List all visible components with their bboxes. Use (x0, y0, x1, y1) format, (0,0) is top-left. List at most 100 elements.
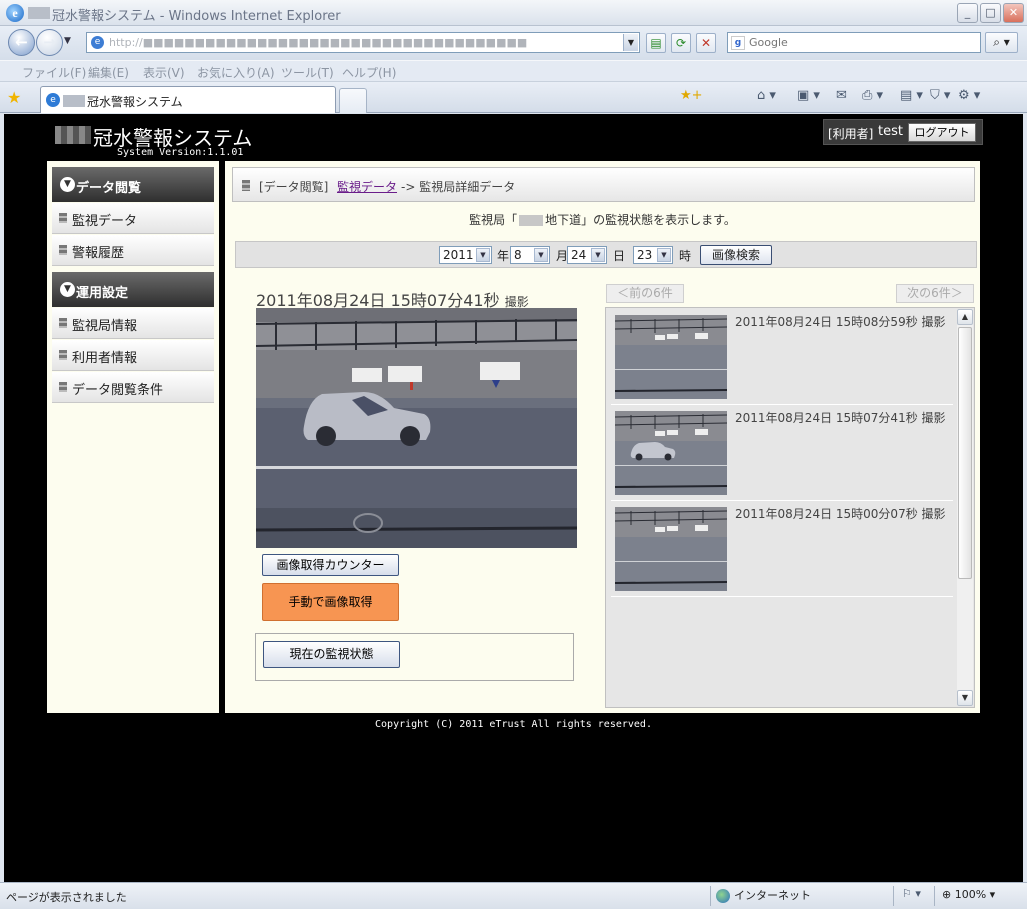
chevron-down-icon: ▼ (60, 177, 75, 192)
chevron-down-icon: ▼ (591, 248, 605, 262)
history-dropdown-icon[interactable]: ▼ (64, 36, 71, 46)
ie-logo-icon: e (6, 4, 24, 22)
status-panel: 現在の監視状態 (255, 633, 574, 681)
close-window-button[interactable]: ✕ (1003, 3, 1024, 23)
menu-edit[interactable]: 編集(E) (88, 64, 129, 81)
hour-label: 時 (679, 249, 692, 263)
back-button[interactable]: ← (8, 29, 35, 56)
maximize-button[interactable]: □ (980, 3, 1001, 23)
month-select[interactable]: 8 ▼ (510, 246, 550, 264)
year-select[interactable]: 2011 ▼ (439, 246, 492, 264)
hour-value: 23 (637, 248, 653, 262)
zoom-level[interactable]: ⊕ 100% ▾ (942, 888, 995, 901)
user-box: [利用者] test ログアウト (823, 119, 983, 145)
search-box[interactable]: g (727, 32, 981, 53)
menu-file[interactable]: ファイル(F) (22, 64, 86, 81)
new-tab-button[interactable] (339, 88, 367, 113)
menu-bar: ファイル(F) 編集(E) 表示(V) お気に入り(A) ツール(T) ヘルプ(… (0, 60, 1027, 82)
list-item[interactable]: 2011年08月24日 15時00分07秒 撮影 (611, 502, 953, 597)
list-item[interactable]: 2011年08月24日 15時08分59秒 撮影 (611, 310, 953, 405)
year-value: 2011 (443, 248, 474, 262)
scroll-thumb[interactable] (958, 327, 972, 579)
thumbnail-image[interactable] (615, 507, 727, 591)
add-favorites-icon[interactable]: ★+ (680, 88, 703, 103)
refresh-icon[interactable]: ⟳ (671, 33, 691, 53)
menu-tools[interactable]: ツール(T) (281, 64, 334, 81)
scroll-up-icon[interactable]: ▲ (957, 309, 973, 325)
image-search-bar: 2011 ▼ 年 8 ▼ 月 24 ▼ 日 23 ▼ 時 画像検索 (235, 241, 977, 268)
tab-current[interactable]: e 冠水警報システム (40, 86, 336, 113)
bullet-icon (59, 382, 67, 392)
image-counter-button[interactable]: 画像取得カウンター (262, 554, 399, 576)
year-label: 年 (497, 249, 510, 263)
status-divider (893, 886, 894, 906)
thumbnail-image[interactable] (615, 411, 727, 495)
security-zone: インターネット (716, 887, 811, 903)
logout-button[interactable]: ログアウト (908, 123, 976, 142)
scroll-down-icon[interactable]: ▼ (957, 690, 973, 706)
page-viewport: 冠水警報システム System Version:1.1.01 [利用者] tes… (4, 114, 1023, 882)
feeds-icon[interactable]: ▣ ▾ (797, 88, 820, 103)
sidebar-item-view-conditions[interactable]: データ閲覧条件 (52, 372, 214, 403)
current-camera-image (256, 308, 577, 548)
status-message: ページが表示されました (6, 891, 127, 904)
thumbnail-list: 2011年08月24日 15時08分59秒 撮影 2011年08月24日 15時… (605, 307, 975, 708)
hour-select[interactable]: 23 ▼ (633, 246, 673, 264)
day-label: 日 (613, 249, 626, 263)
menu-favorites[interactable]: お気に入り(A) (197, 64, 275, 81)
menu-view[interactable]: 表示(V) (143, 64, 185, 81)
tab-page-icon: e (46, 93, 60, 107)
thumbnail-image[interactable] (615, 315, 727, 399)
favorites-star-icon[interactable]: ★ (7, 88, 21, 107)
home-icon[interactable]: ⌂ ▾ (757, 88, 776, 103)
zone-label: インターネット (734, 889, 811, 902)
page-menu-icon[interactable]: ▤ ▾ (900, 88, 923, 103)
bullet-icon (59, 245, 67, 255)
protected-mode-icon[interactable]: ⚐ ▾ (902, 887, 921, 900)
print-icon[interactable]: ⎙ ▾ (862, 88, 883, 103)
list-item[interactable]: 2011年08月24日 15時07分41秒 撮影 (611, 406, 953, 501)
stop-icon[interactable]: ✕ (696, 33, 716, 53)
page-icon: e (91, 36, 104, 49)
chevron-down-icon: ▼ (657, 248, 671, 262)
day-select[interactable]: 24 ▼ (567, 246, 607, 264)
current-status-button[interactable]: 現在の監視状態 (263, 641, 400, 668)
breadcrumb-link-monitoring-data[interactable]: 監視データ (337, 178, 397, 195)
day-value: 24 (571, 248, 587, 262)
compat-view-icon[interactable]: ▤ (646, 33, 666, 53)
redacted-title-prefix (28, 7, 50, 19)
sidebar: ▼ データ閲覧 監視データ 警報履歴 ▼ 運用設定 監視局情報 利用者情報 デー… (47, 161, 219, 713)
search-go-button[interactable]: ⌕ ▾ (985, 32, 1018, 53)
sidebar-item-monitoring-data[interactable]: 監視データ (52, 203, 214, 234)
menu-help[interactable]: ヘルプ(H) (342, 64, 396, 81)
zoom-value: 100% (954, 888, 987, 901)
globe-icon (716, 889, 730, 903)
image-search-button[interactable]: 画像検索 (700, 245, 772, 265)
prev-page-button[interactable]: ＜前の6件 (606, 284, 684, 303)
manual-capture-button[interactable]: 手動で画像取得 (262, 583, 399, 621)
minimize-button[interactable]: _ (957, 3, 978, 23)
safety-icon[interactable]: ⛉ ▾ (930, 88, 950, 103)
sidebar-item-label: データ閲覧条件 (72, 383, 164, 398)
bullet-icon (59, 213, 67, 223)
search-input[interactable] (749, 35, 977, 50)
address-field[interactable]: e http://■■■■■■■■■■■■■■■■■■■■■■■■■■■■■■■… (86, 32, 640, 53)
sidebar-item-station-info[interactable]: 監視局情報 (52, 308, 214, 339)
mail-icon[interactable]: ✉ (836, 88, 847, 103)
sidebar-item-alarm-history[interactable]: 警報履歴 (52, 235, 214, 266)
tools-gear-icon[interactable]: ⚙ ▾ (958, 88, 980, 103)
address-text-redacted: http://■■■■■■■■■■■■■■■■■■■■■■■■■■■■■■■■■… (109, 36, 528, 49)
sidebar-item-user-info[interactable]: 利用者情報 (52, 340, 214, 371)
address-dropdown-icon[interactable]: ▼ (623, 34, 638, 51)
main-content: [データ閲覧] 監視データ -> 監視局詳細データ 監視局「 地下道」の監視状態を… (225, 161, 980, 713)
sidebar-item-label: 監視データ (72, 214, 138, 229)
address-toolbar: ← → ▼ e http://■■■■■■■■■■■■■■■■■■■■■■■■■… (0, 26, 1027, 60)
next-page-button[interactable]: 次の6件＞ (896, 284, 974, 303)
redacted-station-name (519, 215, 544, 226)
thumbnail-scrollbar[interactable]: ▲ ▼ (957, 309, 973, 706)
forward-button[interactable]: → (36, 29, 63, 56)
description-after: 地下道」の監視状態を表示します。 (545, 213, 736, 227)
chevron-down-icon: ▼ (534, 248, 548, 262)
thumbnail-label: 2011年08月24日 15時08分59秒 撮影 (735, 315, 946, 329)
month-value: 8 (514, 248, 522, 262)
